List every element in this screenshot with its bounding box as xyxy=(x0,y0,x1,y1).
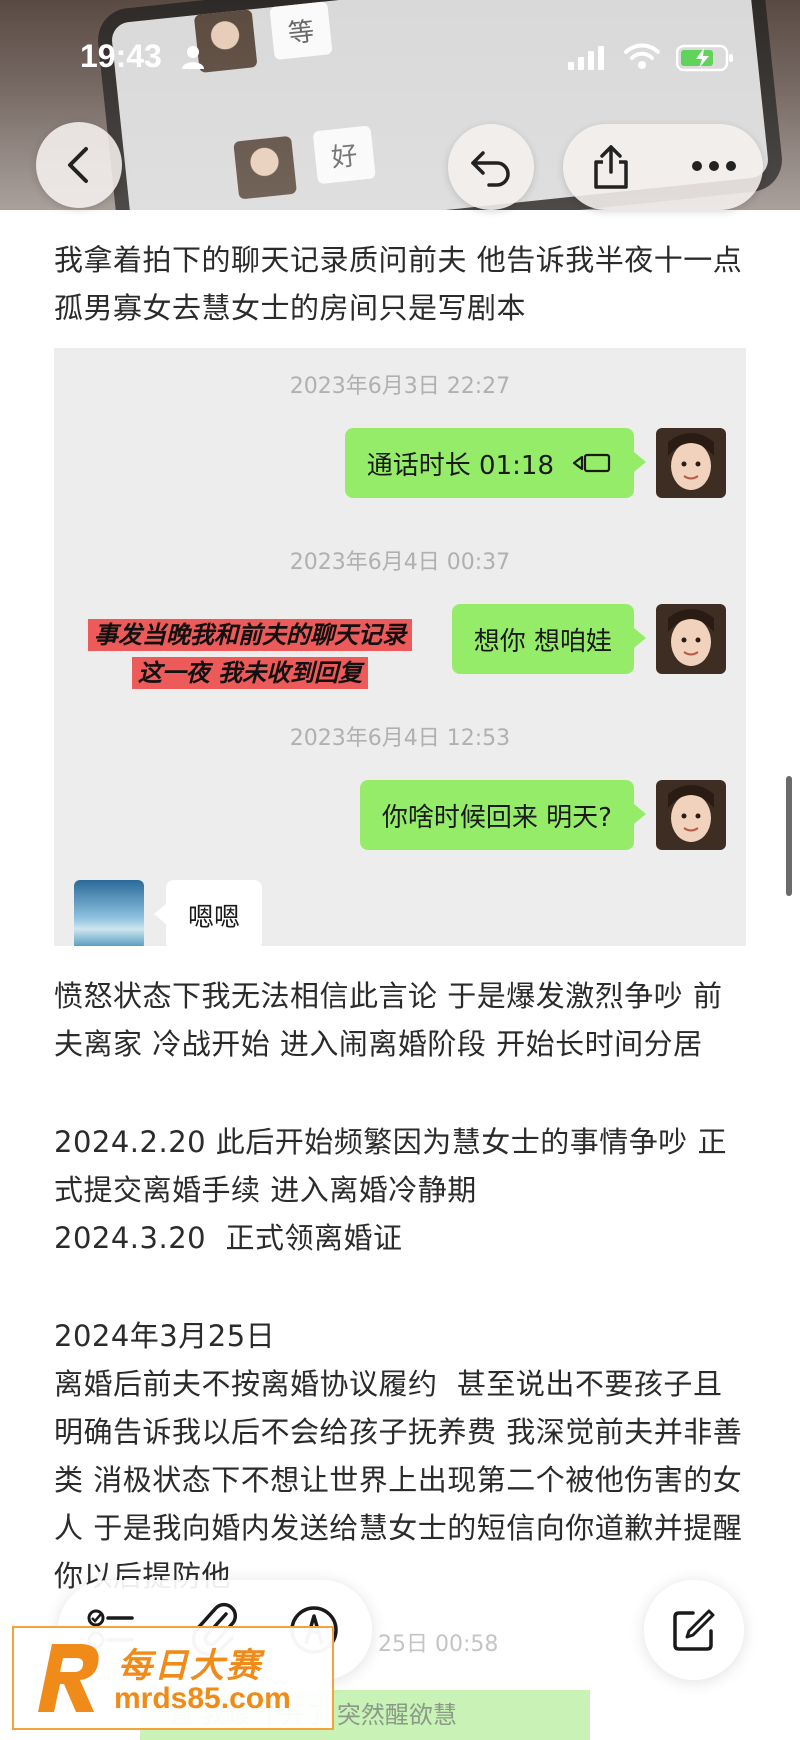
video-call-icon xyxy=(572,453,611,473)
person-icon xyxy=(182,46,204,69)
annotation-line: 这一夜 我未收到回复 xyxy=(131,657,369,689)
signal-icon xyxy=(568,46,604,70)
compose-icon xyxy=(673,1609,715,1651)
chat-bubble-text: 你啥时候回来 明天? xyxy=(381,802,612,833)
watermark-title: 每日大赛 xyxy=(118,1646,262,1686)
chat-bubble-call: 通话时长 01:18 xyxy=(344,428,647,498)
undo-icon xyxy=(471,151,510,187)
angry-paragraph: 愤怒状态下我无法相信此言论 于是爆发激烈争吵 前夫离家 冷战开始 进入闹离婚阶段… xyxy=(54,979,723,1061)
undo-button[interactable] xyxy=(448,124,534,210)
watermark-url: mrds85.com xyxy=(114,1682,291,1715)
action-pill xyxy=(563,124,763,210)
avatar xyxy=(656,780,726,850)
more-icon[interactable] xyxy=(691,160,737,172)
chat-bubble: 你啥时候回来 明天? xyxy=(359,780,647,850)
chat-bubble-text: 通话时长 01:18 xyxy=(366,450,554,481)
watermark: 每日大赛 mrds85.com xyxy=(12,1626,334,1730)
watermark-logo xyxy=(38,1644,99,1712)
annotation-note: 事发当晚我和前夫的聊天记录 这一夜 我未收到回复 xyxy=(60,616,440,692)
march-25-paragraph: 2024年3月25日 离婚后前夫不按离婚协议履约 甚至说出不要孩子且明确告诉我以… xyxy=(54,1319,743,1593)
annotation-line: 事发当晚我和前夫的聊天记录 xyxy=(88,619,412,651)
wifi-icon xyxy=(624,43,660,69)
battery-charging-icon xyxy=(676,44,733,72)
share-icon[interactable] xyxy=(591,144,631,190)
compose-button[interactable] xyxy=(644,1580,744,1680)
chat-bubble-text: 想你 想咱娃 xyxy=(473,626,612,657)
chat-bubble-reply: 嗯嗯 xyxy=(153,880,263,946)
chat-timestamp: 2023年6月4日 00:37 xyxy=(289,550,511,575)
avatar xyxy=(74,880,144,946)
status-time: 19:43 xyxy=(80,38,162,74)
status-bar: 19:43 xyxy=(0,34,800,84)
peek-timestamp: 25日 00:58 xyxy=(378,1632,499,1657)
scrollbar[interactable] xyxy=(786,776,792,896)
chat-timestamp: 2023年6月3日 22:27 xyxy=(289,374,511,399)
chat-bubble: 想你 想咱娃 xyxy=(451,604,647,674)
chat-screenshot: 2023年6月3日 22:27 通话时长 01:18 2023年6月4日 00:… xyxy=(54,348,746,946)
chat-bubble-text: 嗯嗯 xyxy=(188,902,241,933)
dates-paragraph: 2024.2.20 此后开始频繁因为慧女士的事情争吵 正式提交离婚手续 进入离婚… xyxy=(54,1125,728,1255)
chevron-left-icon xyxy=(68,147,88,183)
chat-timestamp: 2023年6月4日 12:53 xyxy=(289,726,511,751)
intro-paragraph: 我拿着拍下的聊天记录质问前夫 他告诉我半夜十一点孤男寡女去慧女士的房间只是写剧本 xyxy=(54,243,743,325)
avatar xyxy=(656,604,726,674)
back-button[interactable] xyxy=(36,122,122,208)
avatar xyxy=(656,428,726,498)
